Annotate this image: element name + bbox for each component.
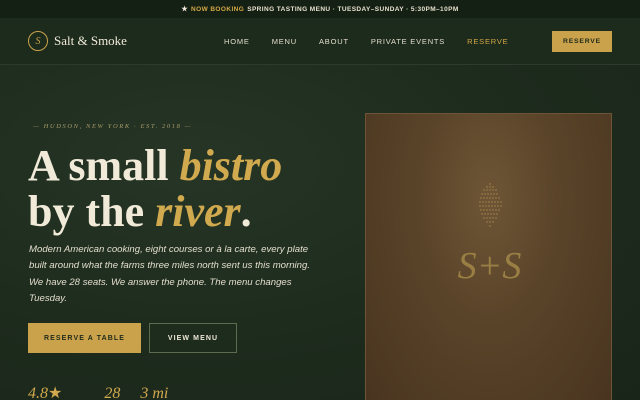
reserve-button[interactable]: RESERVE [552,31,612,52]
hero-description: Modern American cooking, eight courses o… [29,244,311,305]
headline-text: A small [28,141,180,190]
headline-text: by the [28,187,156,236]
dot-pattern-ornament [479,183,502,227]
hero-headline: A small bistro by the river. [28,143,348,235]
announcement-text: SPRING TASTING MENU · TUESDAY–SUNDAY · 5… [247,5,459,13]
announcement-highlight: NOW BOOKING [191,5,245,13]
nav-link-about[interactable]: ABOUT [319,37,349,46]
hero-eyebrow: — HUDSON, NEW YORK · EST. 2018 — [33,123,193,130]
announcement-bar: ★ NOW BOOKING SPRING TASTING MENU · TUES… [0,0,640,18]
view-menu-button[interactable]: VIEW MENU [149,323,237,353]
nav-link-menu[interactable]: MENU [272,37,297,46]
nav-link-private-events[interactable]: PRIVATE EVENTS [371,37,445,46]
brand-monogram-icon: S [28,31,48,51]
star-icon: ★ [48,385,63,400]
hero-section: — HUDSON, NEW YORK · EST. 2018 — A small… [0,65,640,400]
hero-stats: 4.8★ 28 3 mi [28,383,188,400]
brand-logo-link[interactable]: S Salt & Smoke [28,31,127,51]
headline-italic: bistro [179,141,283,190]
headline-text: . [240,187,252,236]
star-icon: ★ [181,6,189,13]
stat-value: 4.8 [28,385,48,400]
menu-card-image: S+S [365,113,612,400]
nav-link-reserve[interactable]: RESERVE [467,37,508,46]
nav-menu: HOME MENU ABOUT PRIVATE EVENTS RESERVE [224,37,530,46]
card-monogram: S+S [457,245,522,287]
nav-link-home[interactable]: HOME [224,37,250,46]
stat-distance: 3 mi [140,385,169,400]
brand-name: Salt & Smoke [54,33,127,48]
headline-italic: river [155,187,241,236]
top-nav: S Salt & Smoke HOME MENU ABOUT PRIVATE E… [0,18,640,65]
reserve-table-button[interactable]: RESERVE A TABLE [28,323,141,353]
stat-seats: 28 [104,385,121,400]
stat-rating: 4.8★ [28,383,62,400]
